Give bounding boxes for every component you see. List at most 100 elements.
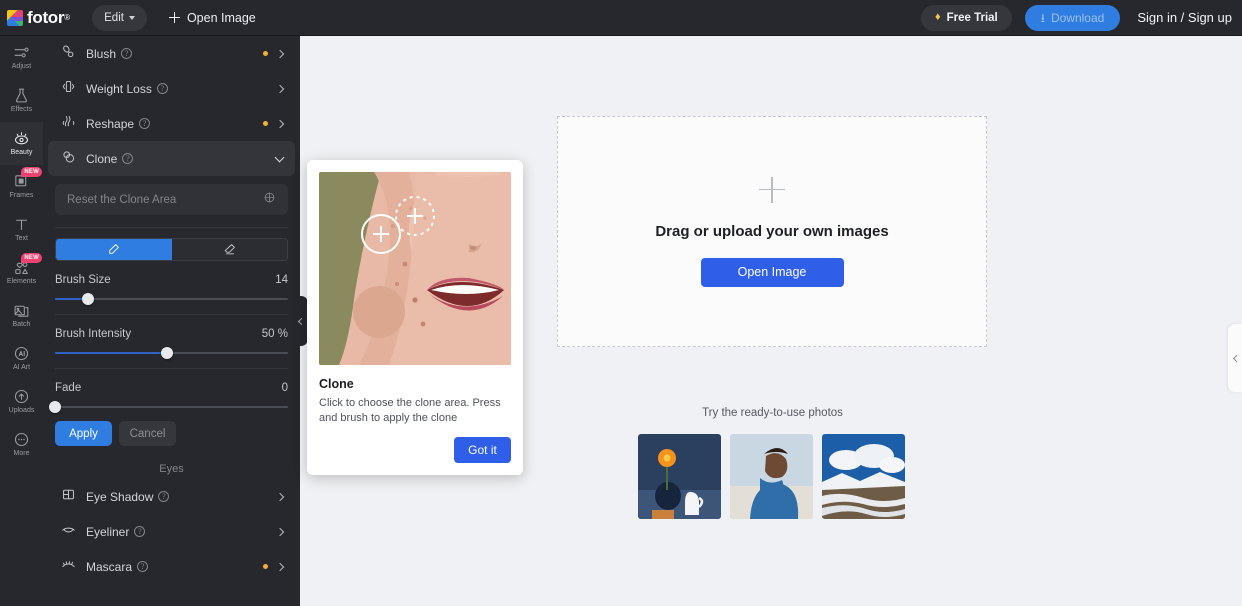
open-image-button[interactable]: Open Image [700,257,844,287]
reset-clone-area-button[interactable]: Reset the Clone Area [55,184,288,215]
rail-item-more[interactable]: More [0,423,43,466]
panel-row-right [263,49,285,58]
panel-row-clone[interactable]: Clone? [48,141,295,176]
weight-loss-icon [48,78,77,100]
edit-menu-label: Edit [104,11,124,24]
premium-dot-icon [263,564,268,569]
eyes-group-title: Eyes [159,463,184,475]
got-it-button[interactable]: Got it [454,437,511,463]
collapse-panel-handle[interactable] [293,296,308,346]
app-header: fotor ® Edit Open Image ♦ Free Trial ⭳ D… [0,0,1242,36]
clone-demo-face-photo [319,172,511,365]
eye-shadow-icon [48,486,77,508]
list-item[interactable] [638,434,721,519]
help-icon[interactable]: ? [121,48,133,59]
chevron-right-icon [275,84,285,93]
slider-knob[interactable] [81,293,94,305]
panel-row-reshape[interactable]: Reshape? [48,106,295,141]
sign-in-sign-up-link[interactable]: Sign in / Sign up [1137,10,1232,25]
registered-mark: ® [64,13,71,22]
sliders-icon [13,44,30,61]
list-item[interactable] [730,434,813,519]
open-image-header-button[interactable]: Open Image [168,10,256,25]
batch-images-icon [13,302,30,319]
premium-dot-icon [263,121,268,126]
open-image-header-label: Open Image [186,10,256,25]
upload-dropzone[interactable]: Drag or upload your own images Open Imag… [557,116,987,347]
diamond-icon: ♦ [934,11,941,23]
slider-track[interactable] [55,347,288,359]
rail-item-label: Effects [10,106,33,113]
panel-row-label: Clone [86,151,118,166]
edit-menu-button[interactable]: Edit [92,4,147,31]
clone-tooltip-card: Clone Click to choose the clone area. Pr… [307,160,523,475]
apply-button[interactable]: Apply [55,421,112,446]
upload-cloud-icon [13,388,30,405]
slider-track[interactable] [49,401,288,413]
rail-item-label: Uploads [8,407,35,414]
slider-label: Brush Size [55,274,111,286]
tooltip-title: Clone [319,377,354,391]
rail-item-text[interactable]: Text [0,208,43,251]
more-dots-icon [13,431,30,448]
panel-row-right [274,152,285,162]
fotor-logo[interactable]: fotor ® [7,8,70,28]
collapse-right-handle[interactable] [1228,324,1242,392]
slider-label: Fade [55,382,82,394]
slider-knob[interactable] [49,401,61,413]
free-trial-button[interactable]: ♦ Free Trial [920,4,1012,31]
chevron-right-icon [275,49,285,58]
text-icon [13,216,30,233]
rail-item-label: AI Art [12,364,31,371]
slider-label: Brush Intensity [55,328,132,340]
brush-pencil-button[interactable] [56,239,172,260]
help-icon[interactable]: ? [134,526,146,537]
panel-row-blush[interactable]: Blush? [48,36,295,71]
rail-item-frames[interactable]: Frames NEW [0,165,43,208]
ai-art-icon [13,345,30,362]
eye-sparkle-icon [13,130,30,147]
slider-track[interactable] [55,293,288,305]
rail-item-adjust[interactable]: Adjust [0,36,43,79]
fotor-logo-mark [7,9,23,26]
panel-row-eye-shadow[interactable]: Eye Shadow? [48,479,295,514]
rail-item-label: Beauty [10,149,33,156]
rail-item-uploads[interactable]: Uploads [0,380,43,423]
cancel-button[interactable]: Cancel [119,421,176,446]
header-actions: ♦ Free Trial ⭳ Download Sign in / Sign u… [920,4,1242,31]
help-icon[interactable]: ? [158,491,170,502]
tooltip-body: Click to choose the clone area. Press an… [319,397,501,424]
panel-row-label: Weight Loss [86,81,152,96]
download-button[interactable]: ⭳ Download [1024,4,1121,31]
slider-value: 0 [281,382,288,394]
slider-header: Brush Intensity 50 % [55,328,288,340]
slider-knob[interactable] [160,347,173,359]
chevron-left-icon [1232,354,1240,362]
divider [55,314,288,315]
panel-row-right [263,119,285,128]
list-item[interactable] [822,434,905,519]
rail-item-elements[interactable]: Elements NEW [0,251,43,294]
help-icon[interactable]: ? [139,118,151,129]
panel-row-mascara[interactable]: Mascara? [48,549,295,584]
help-icon[interactable]: ? [137,561,149,572]
rail-item-effects[interactable]: Effects [0,79,43,122]
rail-item-beauty[interactable]: Beauty [0,122,43,165]
panel-row-weight-loss[interactable]: Weight Loss? [48,71,295,106]
panel-row-right [275,527,285,536]
panel-rows-eyes: Eye Shadow? Eyeliner? Mascara? [43,479,300,584]
help-icon[interactable]: ? [156,83,168,94]
slider-value: 14 [275,274,288,286]
divider [55,227,288,228]
eraser-button[interactable] [171,239,287,260]
mascara-icon [48,556,77,578]
slider-brush-size: Brush Size 14 [55,274,288,315]
panel-row-eyeliner[interactable]: Eyeliner? [48,514,295,549]
reshape-icon [48,113,77,135]
help-icon[interactable]: ? [122,153,134,164]
rail-item-batch[interactable]: Batch [0,294,43,337]
clone-sliders: Brush Size 14 Brush Intensity 50 % Fade 0 [49,274,288,413]
panel-row-label: Mascara [86,559,133,574]
rail-item-ai-art[interactable]: AI Art [0,337,43,380]
chevron-left-icon [297,317,306,325]
